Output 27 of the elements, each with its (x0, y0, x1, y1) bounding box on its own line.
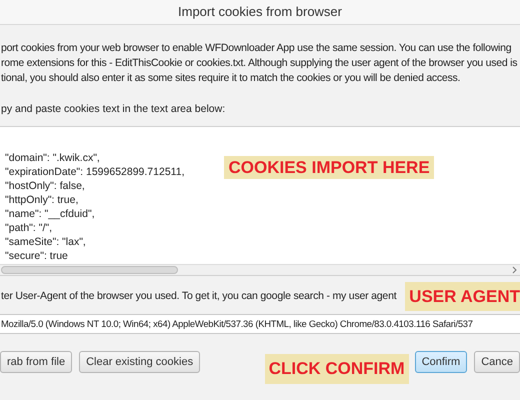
title-bar: Import cookies from browser (0, 0, 520, 25)
intro-text: tional, you should also enter it as some sites require it to match the cookies or you will be denied access. (1, 71, 460, 86)
cookie-text-line: "httpOnly": true, (5, 192, 78, 207)
dialog-button[interactable]: Cance (474, 351, 520, 374)
scroll-right-icon[interactable] (512, 266, 517, 274)
cookie-text-line: "secure": true (5, 248, 68, 263)
horizontal-scrollbar[interactable] (0, 264, 520, 275)
dialog-button[interactable]: rab from file (0, 351, 72, 374)
user-agent-field[interactable]: Mozilla/5.0 (Windows NT 10.0; Win64; x64) AppleWebKit/537.36 (KHTML, like Gecko) Chrome/83.0.4103.116 Safari/537 (0, 314, 520, 334)
default-button[interactable]: Confirm (414, 351, 468, 374)
cookie-text-line: "domain": ".kwik.cx", (5, 150, 100, 165)
dialog-button[interactable]: Clear existing cookies (79, 351, 200, 374)
annotation-label: USER AGENT (405, 282, 520, 312)
intro-text: rome extensions for this - EditThisCookie or cookies.txt. Although supplying the user agent of the browser you used is (1, 56, 518, 71)
intro-text: port cookies from your web browser to enable WFDownloader App use the same session. You can use the following (1, 41, 512, 56)
cookies-text-area[interactable]: "domain": ".kwik.cx", "expirationDate": 1599652899.712511, "hostOnly": false, "httpOnly": true, "name": "__cfduid", "path": "/", "sameSite": "lax", "secure": true COOKIES IMPORT HERE (0, 126, 520, 276)
cookie-text-line: "sameSite": "lax", (5, 234, 86, 249)
cookie-text-line: "path": "/", (5, 220, 52, 235)
cookie-text-line: "name": "__cfduid", (5, 206, 95, 221)
annotation-label: CLICK CONFIRM (264, 354, 409, 384)
user-agent-value: Mozilla/5.0 (Windows NT 10.0; Win64; x64) AppleWebKit/537.36 (KHTML, like Gecko) Chrome/83.0.4103.116 Safari/537 (1, 317, 473, 332)
user-agent-label: ter User-Agent of the browser you used. To get it, you can google search - my user agent (1, 288, 396, 304)
annotation-label: COOKIES IMPORT HERE (224, 156, 434, 179)
paste-instruction: py and paste cookies text in the text area below: (0, 102, 226, 117)
cookie-text-line: "hostOnly": false, (5, 178, 85, 193)
scrollbar-thumb[interactable] (1, 266, 178, 274)
cookie-text-line: "expirationDate": 1599652899.712511, (5, 164, 184, 179)
